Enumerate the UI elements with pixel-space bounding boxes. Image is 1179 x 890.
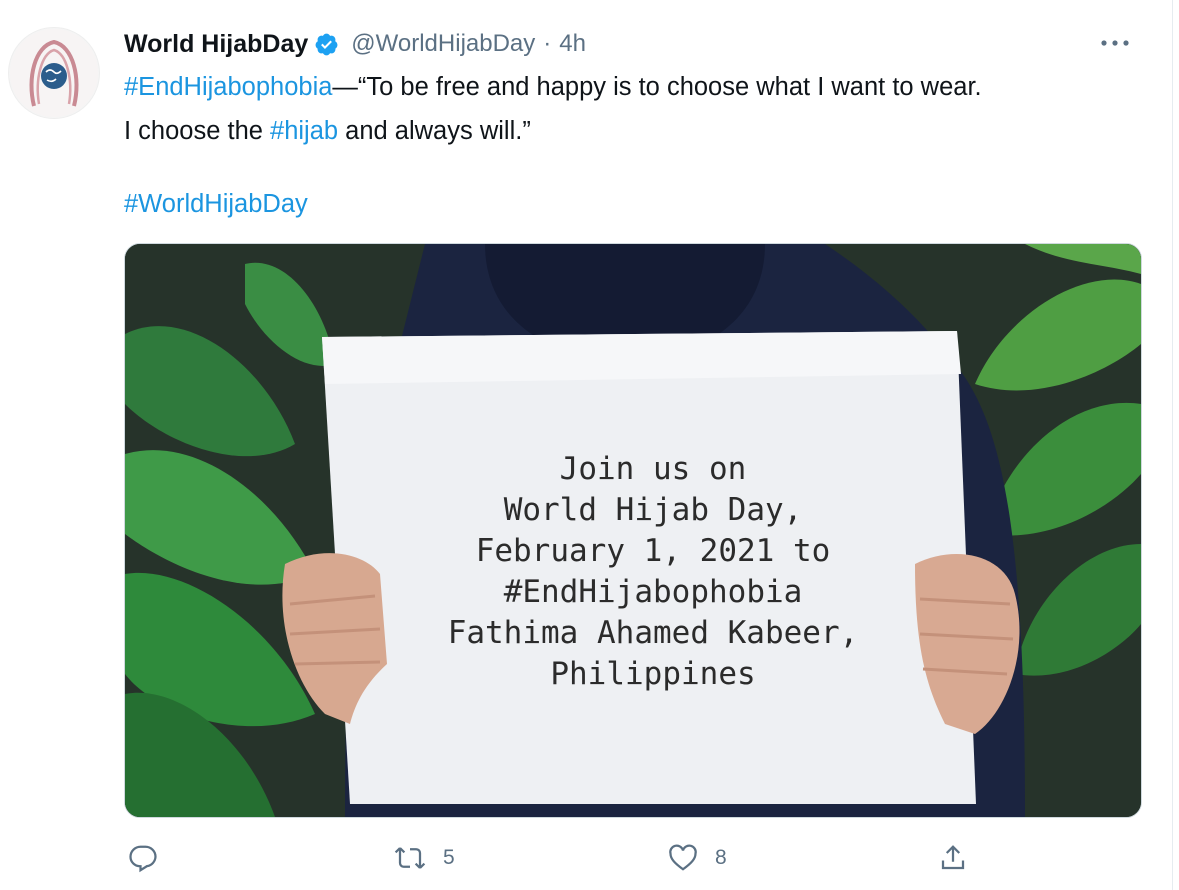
- like-button[interactable]: 8: [667, 838, 727, 878]
- photo-illustration: [125, 244, 1141, 817]
- avatar[interactable]: [8, 27, 100, 119]
- account-handle[interactable]: @WorldHijabDay: [351, 30, 535, 58]
- retweet-count: 5: [443, 846, 455, 869]
- tweet-text-line-3: #WorldHijabDay: [124, 187, 308, 221]
- tweet-text: I choose the: [124, 117, 271, 145]
- tweet-text-line-1: #EndHijabophobia—“To be free and happy i…: [124, 70, 982, 104]
- account-name[interactable]: World HijabDay: [124, 30, 308, 59]
- tweet: World HijabDay @WorldHijabDay · 4h #EndH…: [0, 0, 1179, 890]
- tweet-photo[interactable]: Join us on World Hijab Day, February 1, …: [124, 243, 1142, 818]
- like-count: 8: [715, 846, 727, 869]
- more-options-icon[interactable]: [1095, 28, 1135, 58]
- retweet-icon: [394, 847, 426, 869]
- tweet-header: World HijabDay @WorldHijabDay · 4h: [124, 26, 586, 62]
- reply-button[interactable]: [128, 838, 158, 878]
- heart-icon: [669, 844, 697, 871]
- hashtag-hijab-link[interactable]: #hijab: [270, 117, 338, 145]
- tweet-text-line-2: I choose the #hijab and always will.”: [124, 114, 531, 148]
- tweet-text: —“To be free and happy is to choose what…: [332, 73, 982, 101]
- verified-badge-icon: [314, 32, 339, 57]
- retweet-button[interactable]: 5: [393, 838, 455, 878]
- reply-icon: [129, 845, 157, 873]
- world-hijab-day-logo-icon: [10, 29, 98, 117]
- share-icon: [941, 845, 965, 870]
- hashtag-endhijabophobia-link[interactable]: #EndHijabophobia: [124, 73, 332, 101]
- timeline-divider: [1172, 0, 1173, 890]
- tweet-text: and always will.”: [338, 117, 531, 145]
- dot-separator: ·: [543, 30, 552, 57]
- share-button[interactable]: [938, 838, 968, 878]
- tweet-actions: 5 8: [0, 838, 1179, 878]
- hashtag-worldhijabday-link[interactable]: #WorldHijabDay: [124, 190, 308, 218]
- tweet-timestamp[interactable]: 4h: [559, 30, 586, 58]
